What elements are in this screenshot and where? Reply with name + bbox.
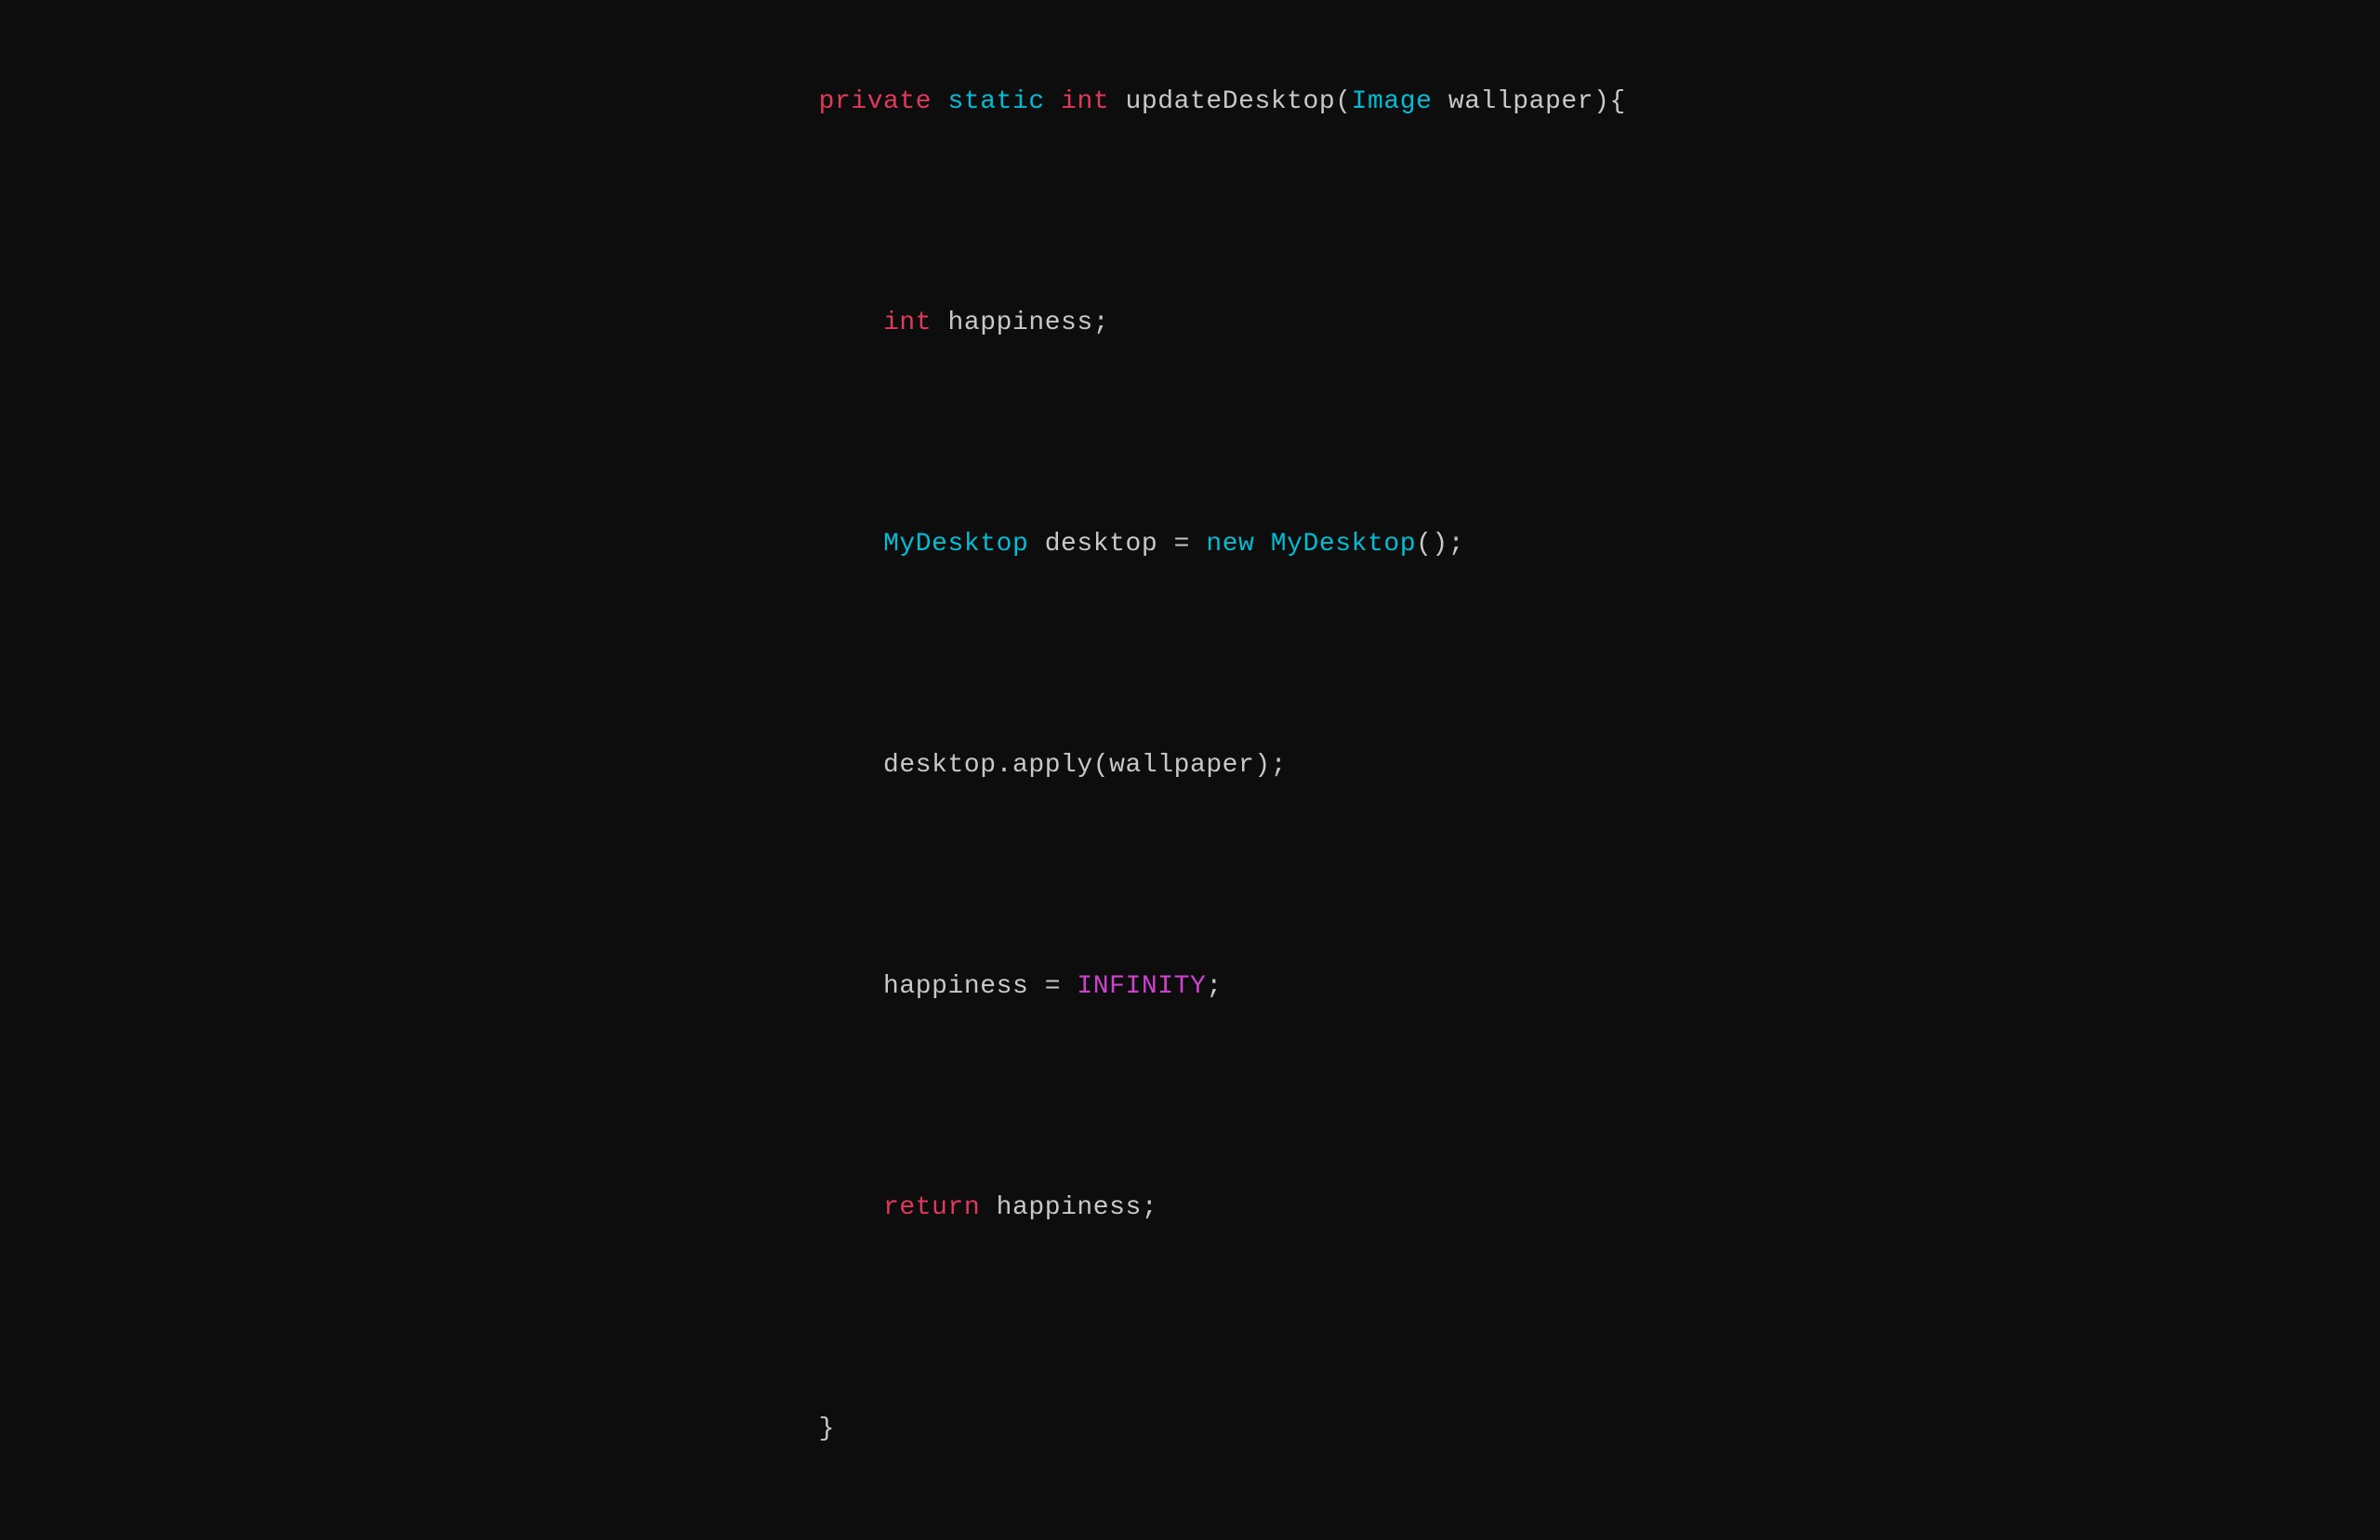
keyword-int-return-type: int bbox=[1061, 87, 1109, 116]
type-image: Image bbox=[1352, 87, 1433, 116]
constant-infinity: INFINITY bbox=[1077, 972, 1206, 1001]
keyword-return: return bbox=[883, 1193, 980, 1222]
type-mydesktop-new: MyDesktop bbox=[1271, 530, 1416, 559]
code-line-5: happiness = INFINITY; bbox=[754, 920, 1626, 1053]
keyword-int-happiness: int bbox=[883, 309, 932, 337]
keyword-static: static bbox=[948, 87, 1045, 116]
code-line-7: } bbox=[754, 1362, 1626, 1495]
code-line-2: int happiness; bbox=[754, 257, 1626, 389]
code-line-1: private static int updateDesktop(Image w… bbox=[754, 36, 1626, 169]
keyword-private: private bbox=[819, 87, 932, 116]
code-line-4: desktop.apply(wallpaper); bbox=[754, 699, 1626, 832]
keyword-new: new bbox=[1206, 530, 1254, 559]
code-line-6: return happiness; bbox=[754, 1141, 1626, 1274]
code-block: private static int updateDesktop(Image w… bbox=[754, 0, 1626, 1540]
closing-brace: } bbox=[819, 1415, 835, 1443]
type-mydesktop-decl: MyDesktop bbox=[883, 530, 1028, 559]
code-line-3: MyDesktop desktop = new MyDesktop(); bbox=[754, 478, 1626, 611]
